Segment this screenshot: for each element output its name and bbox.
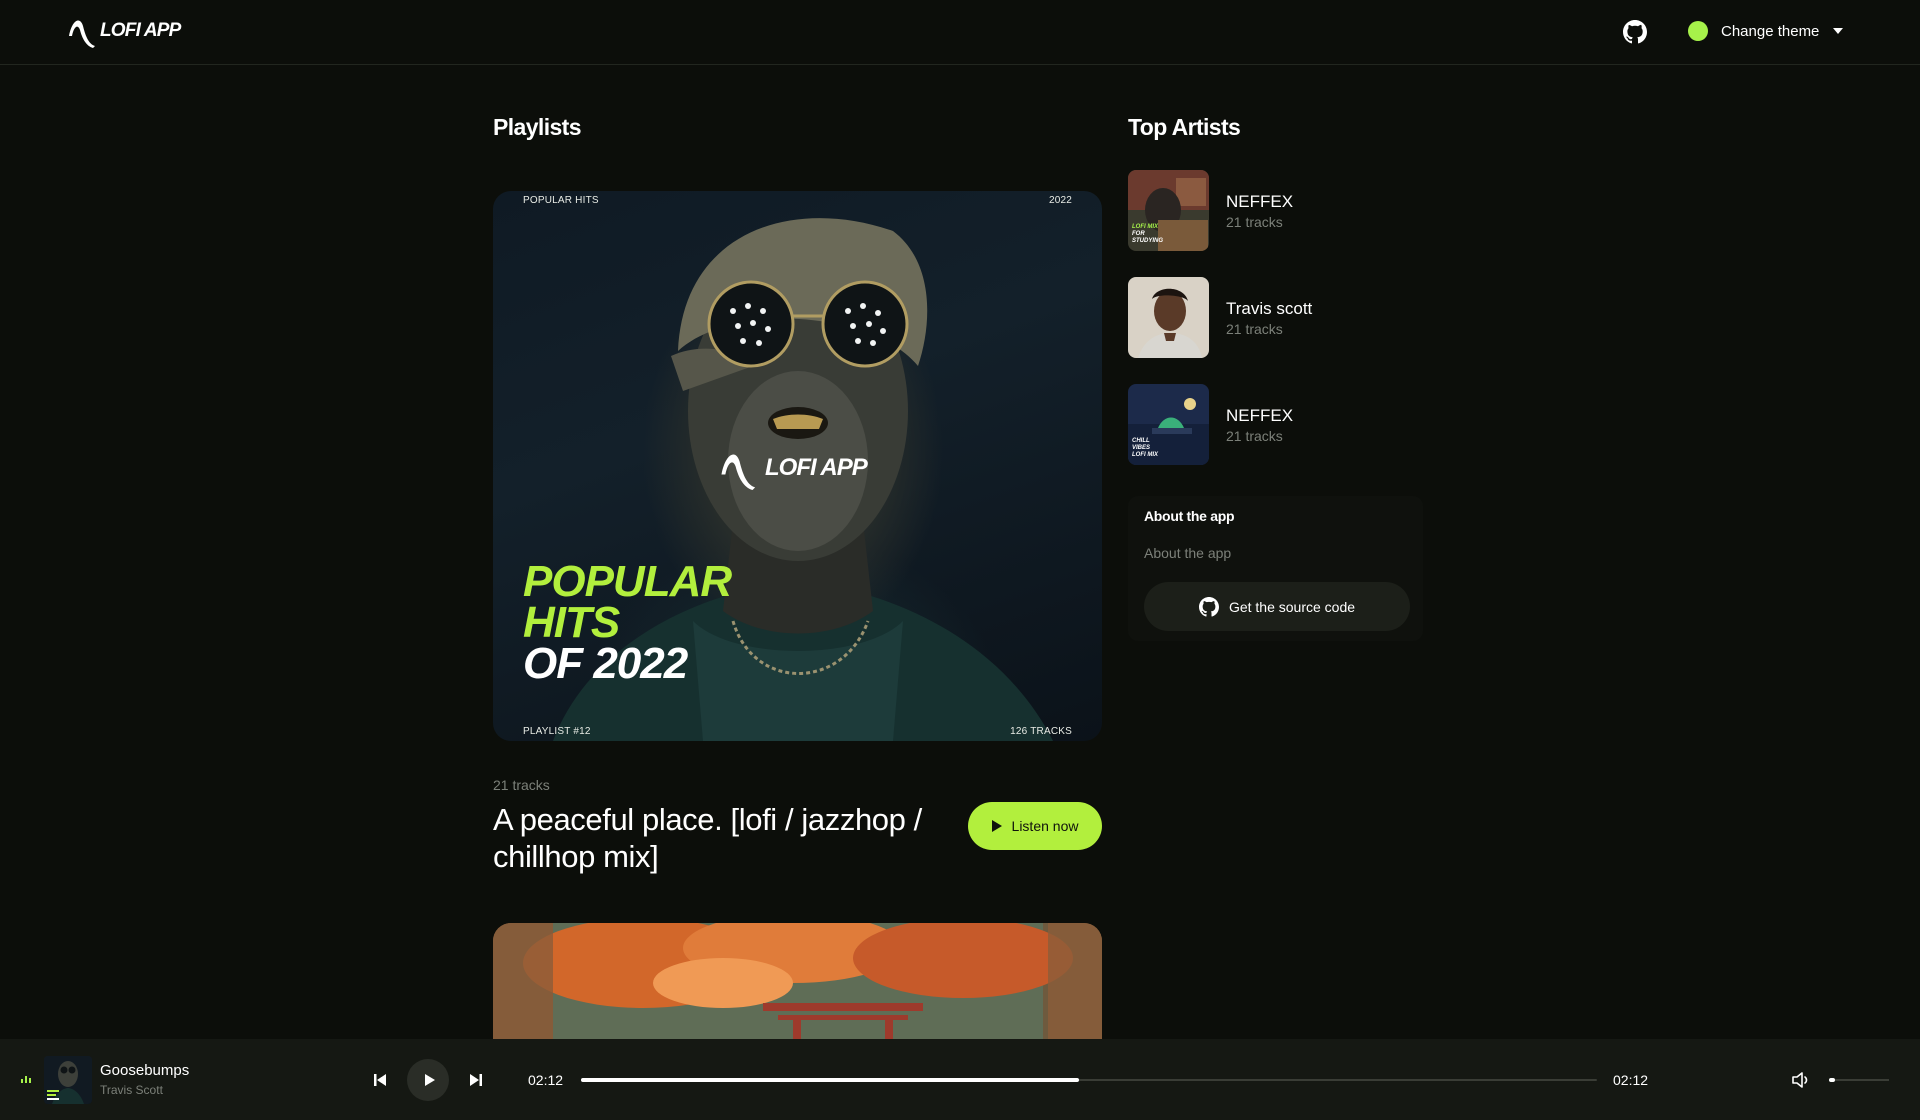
artist-item[interactable]: Travis scott 21 tracks [1128, 277, 1428, 358]
volume-icon[interactable] [1791, 1070, 1811, 1090]
artist-track-count: 21 tracks [1226, 321, 1283, 337]
svg-text:LOFI MIX: LOFI MIX [1132, 452, 1159, 458]
artist-thumbnail [1128, 277, 1209, 358]
artist-name: NEFFEX [1226, 192, 1294, 211]
get-source-code-button[interactable]: Get the source code [1144, 582, 1410, 631]
artist-thumbnail: LOFI MIX FOR STUDYING [1128, 170, 1209, 251]
about-card: About the app About the app Get the sour… [1128, 496, 1423, 641]
now-playing-artwork [44, 1056, 92, 1104]
volume-fill [1829, 1078, 1835, 1082]
source-button-label: Get the source code [1228, 598, 1356, 615]
github-icon[interactable] [1623, 20, 1647, 44]
playlists-title: Playlists [493, 114, 582, 140]
next-track-icon[interactable] [469, 1073, 483, 1087]
theme-color-dot [1688, 21, 1708, 41]
artist-name: NEFFEX [1226, 406, 1294, 425]
svg-text:LOFI MIX: LOFI MIX [1132, 224, 1159, 230]
artist-item[interactable]: LOFI MIX FOR STUDYING NEFFEX 21 tracks [1128, 170, 1428, 251]
progress-fill [581, 1078, 1079, 1082]
cover-top-right-label: 2022 [1048, 195, 1072, 206]
playlist-cover-2[interactable] [493, 923, 1102, 1043]
play-pause-button[interactable] [407, 1059, 449, 1101]
about-text: About the app [1144, 545, 1232, 561]
artist-info: NEFFEX 21 tracks [1226, 405, 1293, 444]
cover-logo-text: LOFI APP [765, 454, 868, 481]
now-playing-artist[interactable]: Travis Scott [100, 1083, 163, 1097]
previous-track-icon[interactable] [373, 1073, 387, 1087]
now-playing-title[interactable]: Goosebumps [100, 1062, 189, 1079]
cover-title-line3: OF 2022 [523, 639, 688, 688]
top-artists-title: Top Artists [1128, 114, 1241, 140]
artist-photo [1128, 277, 1209, 358]
cover-top-left-label: POPULAR HITS [523, 195, 599, 206]
artist-info: Travis scott 21 tracks [1226, 298, 1312, 337]
listen-now-label: Listen now [1011, 818, 1079, 834]
top-header: LOFI APP Change theme [0, 0, 1920, 65]
cover-title-line1: POPULAR [523, 557, 732, 606]
svg-text:CHILL: CHILL [1132, 438, 1150, 444]
theme-label: Change theme [1721, 22, 1820, 40]
play-icon [424, 1074, 435, 1086]
github-icon [1198, 596, 1219, 617]
about-title: About the app [1144, 508, 1235, 524]
app-logo[interactable]: LOFI APP [66, 14, 181, 48]
cover-bottom-right-label: 126 TRACKS [1010, 726, 1072, 737]
logo-text: LOFI APP [100, 20, 181, 41]
cover-logo: LOFI APP [715, 446, 868, 490]
cover-bottom-left-label: PLAYLIST #12 [523, 726, 591, 737]
current-time: 02:12 [528, 1072, 564, 1088]
svg-text:FOR: FOR [1132, 231, 1145, 237]
logo-icon [721, 454, 756, 490]
chevron-down-icon [1833, 28, 1844, 34]
playlist-track-count: 21 tracks [493, 777, 550, 793]
now-playing-image [44, 1056, 92, 1104]
artist-thumbnail: CHILL VIBES LOFI MIX [1128, 384, 1209, 465]
change-theme-dropdown[interactable]: Change theme [1688, 21, 1844, 41]
duration-time: 02:12 [1613, 1072, 1649, 1088]
artist-item[interactable]: CHILL VIBES LOFI MIX NEFFEX 21 tracks [1128, 384, 1428, 465]
volume-track [1829, 1079, 1889, 1081]
cover-artwork-2 [493, 923, 1102, 1043]
artist-artwork: CHILL VIBES LOFI MIX [1128, 384, 1209, 465]
listen-now-button[interactable]: Listen now [968, 802, 1102, 850]
svg-text:STUDYING: STUDYING [1132, 238, 1163, 244]
artist-track-count: 21 tracks [1226, 214, 1283, 230]
playlist-cover[interactable]: POPULAR HITS 2022 LOFI APP POPULAR HITS … [493, 191, 1102, 741]
artist-info: NEFFEX 21 tracks [1226, 191, 1293, 230]
progress-slider[interactable] [581, 1077, 1597, 1083]
svg-text:VIBES: VIBES [1132, 445, 1150, 451]
play-icon [991, 820, 1002, 832]
equalizer-icon [21, 1075, 31, 1083]
artist-name: Travis scott [1226, 299, 1313, 318]
artist-track-count: 21 tracks [1226, 428, 1283, 444]
cover-title: POPULAR HITS OF 2022 [523, 557, 732, 688]
volume-slider[interactable] [1829, 1077, 1889, 1083]
cover-title-line2: HITS [523, 598, 620, 647]
logo-icon [69, 20, 95, 48]
playlist-title[interactable]: A peaceful place. [lofi / jazzhop / chil… [493, 801, 963, 875]
artist-artwork: LOFI MIX FOR STUDYING [1128, 170, 1209, 251]
